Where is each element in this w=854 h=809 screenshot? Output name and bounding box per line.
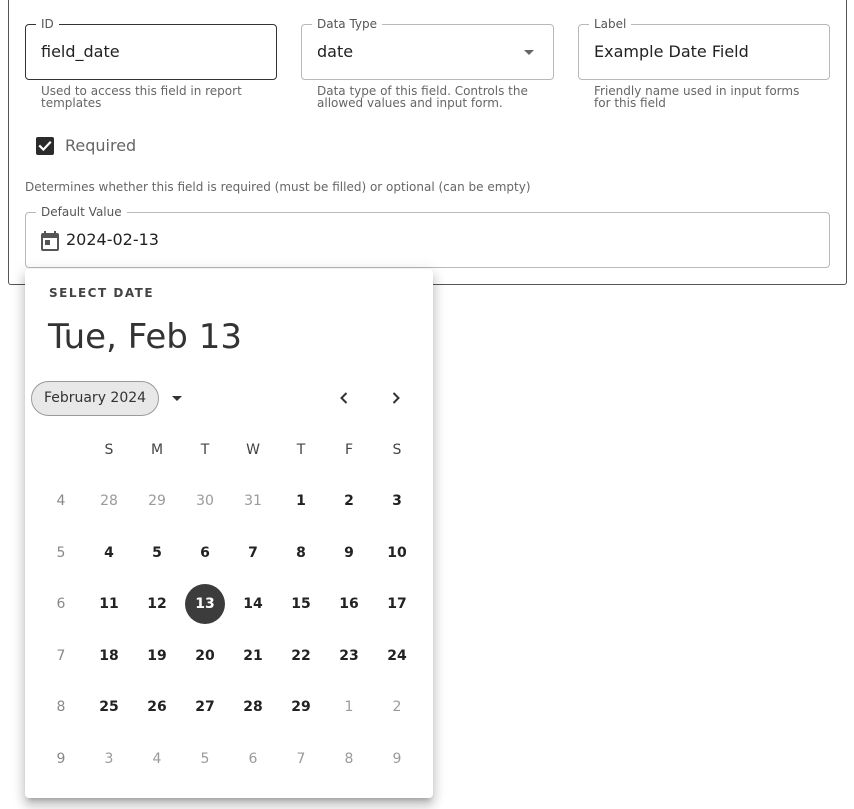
next-month-button[interactable] <box>384 386 408 410</box>
calendar-day[interactable]: 27 <box>185 687 225 727</box>
week-number: 7 <box>56 648 66 664</box>
calendar-day[interactable]: 12 <box>137 584 177 624</box>
label-field-value[interactable]: Example Date Field <box>594 42 749 62</box>
check-icon <box>38 141 52 152</box>
weekday-header: F <box>344 442 354 458</box>
date-picker: SELECT DATE Tue, Feb 13 February 2024 S M… <box>25 269 433 798</box>
calendar-day[interactable]: 1 <box>281 481 321 521</box>
calendar-day[interactable]: 9 <box>329 533 369 573</box>
calendar-day[interactable]: 6 <box>233 739 273 779</box>
calendar-day[interactable]: 28 <box>89 481 129 521</box>
calendar-day[interactable]: 28 <box>233 687 273 727</box>
picker-overline: SELECT DATE <box>49 286 155 300</box>
chevron-right-icon <box>392 392 400 404</box>
selected-day[interactable]: 13 <box>185 584 225 624</box>
calendar-day[interactable]: 7 <box>281 739 321 779</box>
calendar-day[interactable]: 20 <box>185 636 225 676</box>
week-number: 9 <box>56 751 66 767</box>
calendar-day[interactable]: 11 <box>89 584 129 624</box>
default-value-field[interactable]: Default Value 2024-02-13 <box>25 205 830 268</box>
calendar-day[interactable]: 17 <box>377 584 417 624</box>
calendar-day[interactable]: 4 <box>137 739 177 779</box>
weekday-header: S <box>392 442 402 458</box>
calendar-day[interactable]: 2 <box>377 687 417 727</box>
week-number: 5 <box>56 545 66 561</box>
calendar-day[interactable]: 14 <box>233 584 273 624</box>
calendar-day[interactable]: 29 <box>281 687 321 727</box>
calendar-day[interactable]: 7 <box>233 533 273 573</box>
month-year-button[interactable]: February 2024 <box>31 381 159 416</box>
required-helper: Determines whether this field is require… <box>25 180 531 194</box>
calendar-day[interactable]: 2 <box>329 481 369 521</box>
calendar-day[interactable]: 30 <box>185 481 225 521</box>
calendar-day[interactable]: 29 <box>137 481 177 521</box>
data-type-select[interactable]: Data Type date <box>301 17 554 80</box>
calendar-day[interactable]: 22 <box>281 636 321 676</box>
calendar-day[interactable]: 19 <box>137 636 177 676</box>
calendar-day[interactable]: 5 <box>185 739 225 779</box>
data-type-value: date <box>317 42 354 61</box>
calendar-day[interactable]: 31 <box>233 481 273 521</box>
required-checkbox[interactable] <box>36 137 54 155</box>
required-label[interactable]: Required <box>65 136 136 156</box>
calendar-day[interactable]: 3 <box>89 739 129 779</box>
week-number: 6 <box>56 596 66 612</box>
calendar-day[interactable]: 3 <box>377 481 417 521</box>
calendar-day[interactable]: 5 <box>137 533 177 573</box>
calendar-day[interactable]: 15 <box>281 584 321 624</box>
weekday-header: T <box>200 442 210 458</box>
calendar-day[interactable]: 4 <box>89 533 129 573</box>
calendar-icon[interactable] <box>40 230 60 256</box>
calendar-day[interactable]: 25 <box>89 687 129 727</box>
calendar-day[interactable]: 23 <box>329 636 369 676</box>
picker-headline: Tue, Feb 13 <box>48 317 242 357</box>
weekday-header: W <box>246 442 260 458</box>
calendar-day[interactable]: 21 <box>233 636 273 676</box>
id-field[interactable]: ID field_date <box>25 17 277 80</box>
id-field-legend: ID <box>36 17 59 31</box>
calendar-day[interactable]: 1 <box>329 687 369 727</box>
weekday-header: S <box>104 442 114 458</box>
calendar-day[interactable]: 26 <box>137 687 177 727</box>
previous-month-button[interactable] <box>332 386 356 410</box>
calendar-day[interactable]: 9 <box>377 739 417 779</box>
weekday-header: M <box>150 442 164 458</box>
calendar-day[interactable]: 8 <box>281 533 321 573</box>
default-value-input[interactable]: 2024-02-13 <box>66 230 159 250</box>
week-number: 4 <box>56 493 66 509</box>
id-field-value[interactable]: field_date <box>41 42 120 62</box>
label-field-helper: Friendly name used in input forms for th… <box>594 84 800 110</box>
data-type-legend: Data Type <box>312 17 383 31</box>
label-field[interactable]: Label Example Date Field <box>578 17 830 80</box>
chevron-down-icon[interactable] <box>524 50 534 55</box>
chevron-down-icon[interactable] <box>172 396 182 401</box>
calendar-day[interactable]: 8 <box>329 739 369 779</box>
weekday-header: T <box>296 442 306 458</box>
week-number: 8 <box>56 699 66 715</box>
calendar-day[interactable]: 10 <box>377 533 417 573</box>
calendar-day[interactable]: 18 <box>89 636 129 676</box>
calendar-day[interactable]: 16 <box>329 584 369 624</box>
calendar-day[interactable]: 24 <box>377 636 417 676</box>
data-type-helper: Data type of this field. Controls the al… <box>317 84 528 110</box>
id-field-helper: Used to access this field in report temp… <box>41 84 242 110</box>
default-value-legend: Default Value <box>36 205 127 219</box>
calendar-day[interactable]: 6 <box>185 533 225 573</box>
chevron-left-icon <box>340 392 348 404</box>
label-field-legend: Label <box>589 17 632 31</box>
